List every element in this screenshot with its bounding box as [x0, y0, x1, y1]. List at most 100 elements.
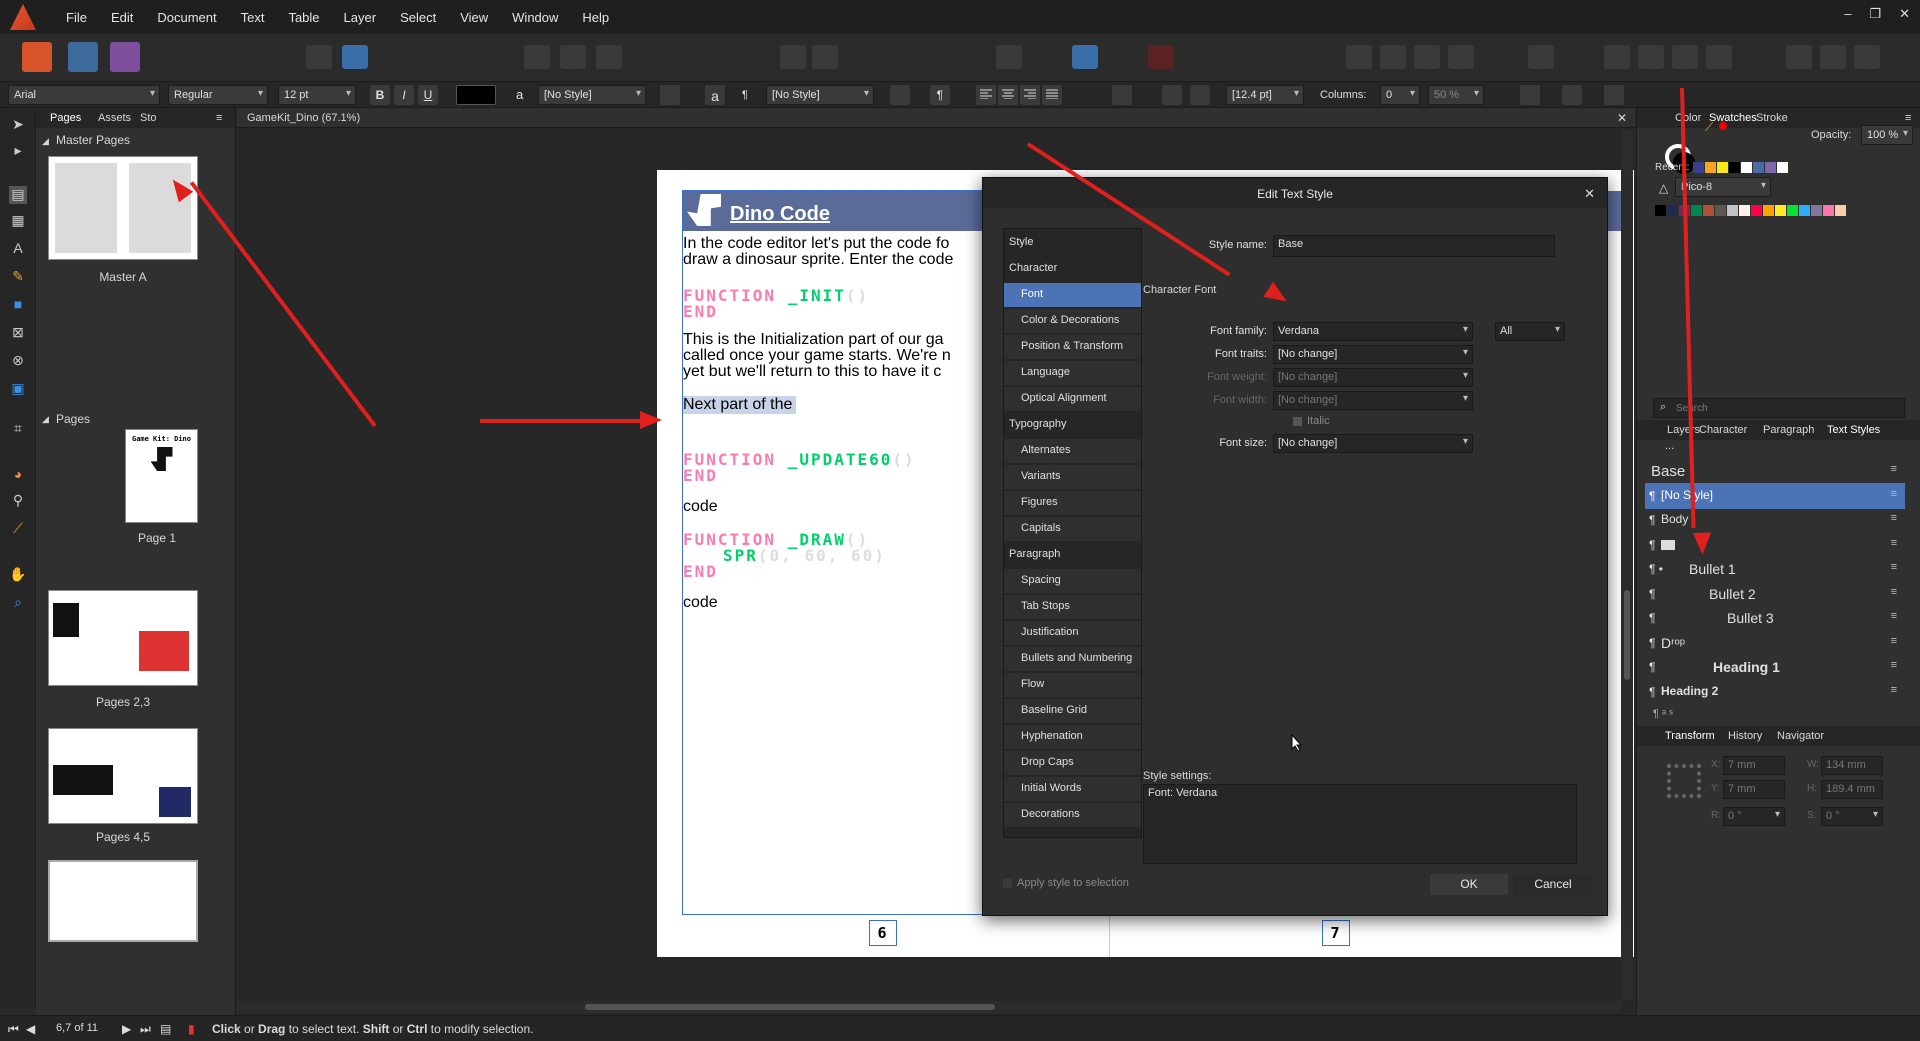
menu-help[interactable]: Help [570, 10, 621, 25]
style-category-item[interactable]: Style [1004, 231, 1141, 255]
close-document-icon[interactable]: ✕ [1617, 111, 1627, 125]
style-menu-icon[interactable]: ≡ [1891, 537, 1897, 549]
move-tool-icon[interactable]: ➤ [9, 116, 27, 134]
text-color-swatch[interactable] [456, 85, 496, 105]
recent-swatch[interactable] [1765, 162, 1776, 173]
style-category-item[interactable]: Initial Words [1004, 777, 1141, 801]
node-tool-icon[interactable]: ▸ [9, 142, 27, 160]
tab-history[interactable]: History [1728, 730, 1762, 742]
order-forward-icon[interactable] [1414, 45, 1440, 69]
vertical-scrollbar[interactable] [1621, 130, 1633, 1000]
transform-flip-icon[interactable] [1604, 45, 1630, 69]
tab-character[interactable]: Character [1699, 424, 1747, 436]
style-category-item[interactable]: Spacing [1004, 569, 1141, 593]
menu-view[interactable]: View [448, 10, 500, 25]
panel-menu-icon[interactable]: ≡ [1905, 112, 1911, 124]
style-category-item[interactable]: Justification [1004, 621, 1141, 645]
style-category-item[interactable]: Position & Transform [1004, 335, 1141, 359]
w-input[interactable]: 134 mm [1821, 756, 1883, 775]
page-indicator[interactable]: 6,7 of 11 [56, 1022, 98, 1034]
italic-checkbox[interactable] [1293, 417, 1302, 426]
hand-tool-icon[interactable]: ✋ [9, 566, 27, 584]
underline-button[interactable]: U [418, 85, 438, 105]
align-icon[interactable] [1528, 45, 1554, 69]
text-style-item[interactable]: ¶ ≡ [1645, 532, 1905, 558]
zoom-tool-icon[interactable]: ⌕ [9, 594, 27, 612]
menu-layer[interactable]: Layer [332, 10, 389, 25]
palette-swatch[interactable] [1763, 205, 1774, 216]
picture-frame-tool-icon[interactable]: ⊠ [9, 324, 27, 342]
recent-swatch[interactable] [1741, 162, 1752, 173]
text-style-item[interactable]: ¶ Bullet 2 ≡ [1645, 581, 1905, 607]
text-style-item[interactable]: ¶ Bullet 3 ≡ [1645, 605, 1905, 631]
menu-file[interactable]: File [54, 10, 99, 25]
preflight-warning-icon[interactable]: ▮ [188, 1022, 195, 1036]
font-weight-select[interactable]: [No change] [1273, 368, 1473, 387]
bold-button[interactable]: B [370, 85, 390, 105]
style-menu-icon[interactable]: ≡ [1891, 463, 1897, 475]
style-category-item[interactable]: Variants [1004, 465, 1141, 489]
pages-header[interactable]: Pages [56, 412, 90, 426]
tab-transform[interactable]: Transform [1665, 730, 1715, 742]
photo-persona-icon[interactable] [110, 42, 140, 72]
style-menu-icon[interactable]: ≡ [1891, 512, 1897, 524]
style-category-item[interactable]: Flow [1004, 673, 1141, 697]
boolean-subtract-icon[interactable] [1820, 45, 1846, 69]
align-left-icon[interactable] [976, 85, 996, 105]
palette-swatch[interactable] [1787, 205, 1798, 216]
style-category-item[interactable]: Font [1004, 283, 1141, 307]
paragraph-style-select[interactable]: [No Style] [766, 85, 874, 105]
style-menu-icon[interactable]: ≡ [1891, 561, 1897, 573]
style-menu-icon[interactable]: ≡ [1891, 659, 1897, 671]
columns-input[interactable]: 0 [1380, 85, 1420, 105]
styles-breadcrumb[interactable]: ... [1665, 440, 1674, 452]
menu-window[interactable]: Window [500, 10, 570, 25]
menu-document[interactable]: Document [145, 10, 228, 25]
vertical-align-icon[interactable] [1112, 85, 1132, 105]
clear-para-style-icon[interactable] [890, 85, 910, 105]
publisher-persona-icon[interactable] [22, 42, 52, 72]
text-style-item[interactable]: ¶ Dʳᵒᵖ ≡ [1645, 630, 1905, 656]
palette-swatch[interactable] [1727, 205, 1738, 216]
pin-table-icon[interactable] [812, 45, 838, 69]
text-frame-tool-icon[interactable]: ▤ [9, 186, 27, 204]
align-center-icon[interactable] [998, 85, 1018, 105]
rectangle-tool-icon[interactable]: ■ [9, 296, 27, 314]
color-picker-icon[interactable]: ◕ [9, 466, 27, 484]
palette-swatch[interactable] [1691, 205, 1702, 216]
recent-swatch[interactable] [1717, 162, 1728, 173]
collapse-icon[interactable]: ◢ [42, 136, 49, 147]
style-category-item[interactable]: Character [1004, 257, 1141, 281]
circle-icon[interactable] [560, 45, 586, 69]
eyedropper-icon[interactable]: ⟋ [9, 520, 27, 538]
recent-swatch[interactable] [1705, 162, 1716, 173]
rotate-icon[interactable] [1638, 45, 1664, 69]
rotation-input[interactable]: 0 ° [1723, 807, 1785, 826]
menu-select[interactable]: Select [388, 10, 448, 25]
master-a-thumbnail[interactable] [48, 156, 198, 260]
palette-swatch[interactable] [1811, 205, 1822, 216]
style-name-input[interactable]: Base [1273, 235, 1555, 257]
style-menu-icon[interactable]: ≡ [1891, 635, 1897, 647]
order-backward-icon[interactable] [1380, 45, 1406, 69]
tab-stroke[interactable]: Stroke [1756, 112, 1788, 124]
bullets-icon[interactable] [1162, 85, 1182, 105]
tab-layers[interactable]: Layers [1667, 424, 1700, 436]
menu-text[interactable]: Text [229, 10, 277, 25]
boolean-add-icon[interactable] [1786, 45, 1812, 69]
style-category-item[interactable]: Hyphenation [1004, 725, 1141, 749]
recent-swatch[interactable] [1777, 162, 1788, 173]
pen-tool-icon[interactable]: ✎ [9, 268, 27, 286]
style-category-item[interactable]: Baseline Grid [1004, 699, 1141, 723]
fill-tool-icon[interactable]: ⚲ [9, 492, 27, 510]
horizontal-scrollbar[interactable] [237, 1001, 1621, 1013]
table-tool-icon[interactable]: ▦ [9, 212, 27, 230]
font-family-select[interactable]: Arial [8, 85, 160, 105]
italic-button[interactable]: I [394, 85, 414, 105]
picture-frame-icon[interactable] [596, 45, 622, 69]
rotate-ccw-icon[interactable] [1672, 45, 1698, 69]
tab-paragraph[interactable]: Paragraph [1763, 424, 1814, 436]
scrollbar-thumb[interactable] [585, 1004, 995, 1010]
order-back-icon[interactable] [1346, 45, 1372, 69]
first-page-icon[interactable]: ⏮ [8, 1022, 19, 1037]
